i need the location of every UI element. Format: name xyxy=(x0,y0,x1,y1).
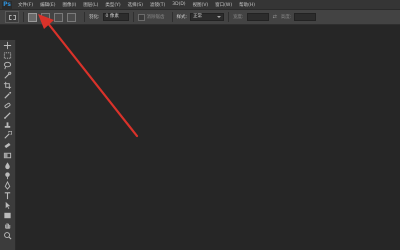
menu-bar: Ps 文件(F) 编辑(E) 图像(I) 图层(L) 类型(Y) 选择(S) 滤… xyxy=(0,0,400,10)
healing-brush-tool-icon[interactable] xyxy=(3,101,12,110)
path-select-tool-icon[interactable] xyxy=(3,201,12,210)
zoom-tool-icon[interactable] xyxy=(3,231,12,240)
intersect-selection-icon[interactable] xyxy=(67,12,76,22)
menu-type[interactable]: 类型(Y) xyxy=(105,2,120,8)
add-to-selection-icon[interactable] xyxy=(41,12,50,22)
divider xyxy=(228,12,230,22)
lasso-tool-icon[interactable] xyxy=(3,61,12,70)
photoshop-logo: Ps xyxy=(2,0,12,9)
new-selection-icon[interactable] xyxy=(28,12,37,22)
quick-select-tool-icon[interactable] xyxy=(3,71,12,80)
menu-select[interactable]: 选择(S) xyxy=(128,2,143,8)
subtract-selection-icon[interactable] xyxy=(54,12,63,22)
hand-tool-icon[interactable] xyxy=(3,221,12,230)
feather-label: 羽化: xyxy=(89,15,100,20)
shape-tool-icon[interactable] xyxy=(3,211,12,220)
clone-stamp-tool-icon[interactable] xyxy=(3,121,12,130)
eyedropper-tool-icon[interactable] xyxy=(3,91,12,100)
options-bar: 羽化: 0 像素 消除锯齿 样式: 正常 宽度: ⇄ 高度: xyxy=(0,10,400,25)
eraser-tool-icon[interactable] xyxy=(3,141,12,150)
type-tool-icon[interactable] xyxy=(3,191,12,200)
feather-input[interactable]: 0 像素 xyxy=(102,13,129,21)
menu-edit[interactable]: 编辑(E) xyxy=(40,2,55,8)
menu-layer[interactable]: 图层(L) xyxy=(83,2,98,8)
swap-icon[interactable]: ⇄ xyxy=(273,14,277,20)
width-input[interactable] xyxy=(246,13,269,21)
antialias-label: 消除锯齿 xyxy=(146,15,165,20)
tools-panel xyxy=(0,40,16,250)
workspace-canvas[interactable] xyxy=(16,25,400,250)
antialias-checkbox[interactable] xyxy=(137,13,145,21)
menu-view[interactable]: 视图(V) xyxy=(193,2,209,8)
width-label: 宽度: xyxy=(233,15,244,20)
menu-window[interactable]: 窗口(W) xyxy=(215,2,232,8)
divider xyxy=(84,12,85,22)
height-label: 高度: xyxy=(280,15,292,20)
crop-tool-icon[interactable] xyxy=(3,81,12,90)
pen-tool-icon[interactable] xyxy=(3,181,12,190)
tool-preset-picker[interactable] xyxy=(5,11,19,23)
brush-tool-icon[interactable] xyxy=(3,111,12,120)
menu-file[interactable]: 文件(F) xyxy=(18,2,33,8)
move-tool-icon[interactable] xyxy=(3,41,12,50)
history-brush-tool-icon[interactable] xyxy=(3,131,12,140)
menu-filter[interactable]: 滤镜(T) xyxy=(150,2,165,8)
divider xyxy=(132,12,134,22)
dodge-tool-icon[interactable] xyxy=(3,171,12,180)
gradient-tool-icon[interactable] xyxy=(3,151,12,160)
marquee-tool-icon[interactable] xyxy=(3,51,12,60)
height-input[interactable] xyxy=(294,13,317,21)
style-select[interactable]: 正常 xyxy=(190,13,225,21)
menu-image[interactable]: 图像(I) xyxy=(62,2,76,8)
divider xyxy=(171,12,173,22)
menu-help[interactable]: 帮助(H) xyxy=(239,2,255,8)
style-label: 样式: xyxy=(176,15,188,20)
blur-tool-icon[interactable] xyxy=(3,161,12,170)
menu-3d[interactable]: 3D(D) xyxy=(172,2,185,7)
divider xyxy=(23,12,24,22)
